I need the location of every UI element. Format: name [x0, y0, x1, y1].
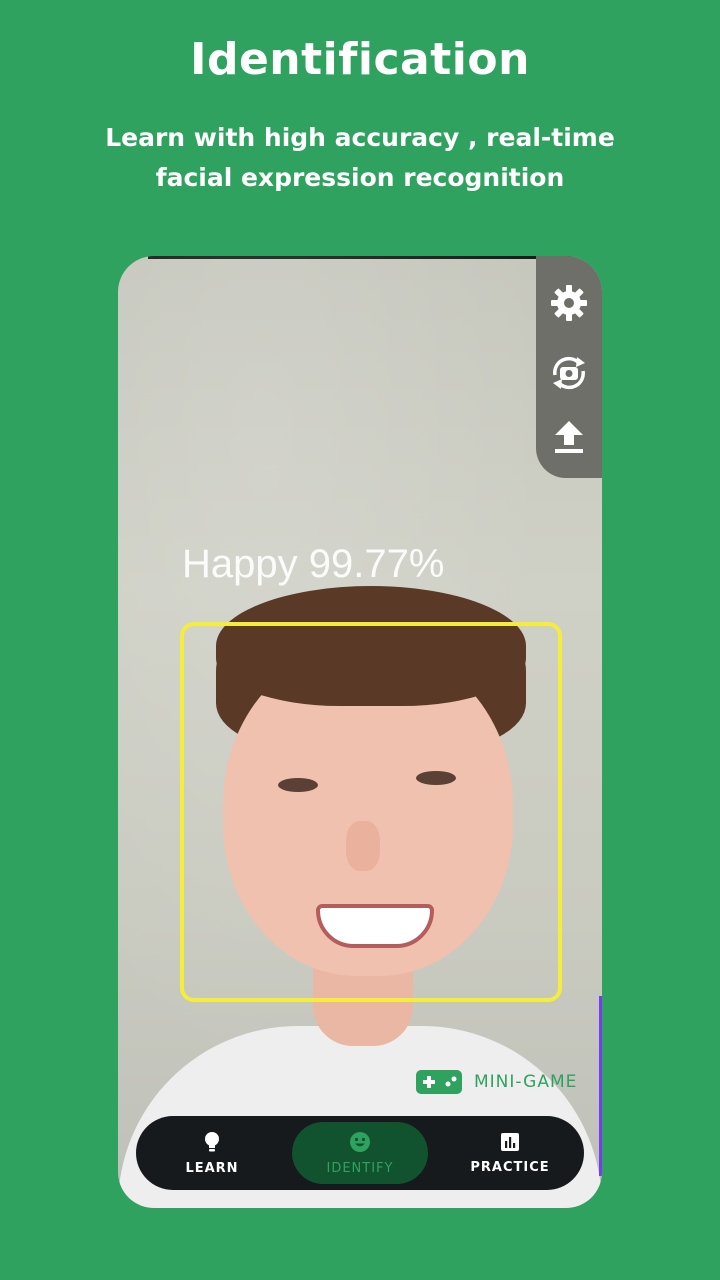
bottom-navigation: LEARN IDENTIFY PRACTICE	[136, 1116, 584, 1190]
nav-label-learn: LEARN	[185, 1160, 239, 1176]
nav-label-identify: IDENTIFY	[326, 1160, 394, 1176]
flip-camera-button[interactable]	[544, 348, 594, 398]
camera-flip-icon	[553, 356, 585, 390]
page-subtitle: Learn with high accuracy , real-time fac…	[105, 123, 615, 192]
gamepad-icon	[416, 1070, 462, 1094]
upload-button[interactable]	[544, 412, 594, 462]
camera-action-bar	[536, 256, 602, 478]
page-title: Identification	[190, 34, 530, 85]
smiley-icon	[350, 1131, 370, 1152]
nav-item-identify[interactable]: IDENTIFY	[292, 1122, 428, 1184]
nav-label-practice: PRACTICE	[470, 1159, 550, 1175]
phone-screen: Happy 99.77% MINI-GAME LEARN IDENTIFY PR…	[118, 256, 602, 1208]
upload-icon	[555, 421, 583, 453]
settings-button[interactable]	[544, 278, 594, 328]
nav-item-practice[interactable]: PRACTICE	[456, 1122, 564, 1184]
nav-item-learn[interactable]: LEARN	[164, 1122, 260, 1184]
bar-chart-icon	[501, 1132, 519, 1151]
edge-accent	[599, 996, 602, 1176]
gear-icon	[551, 285, 587, 321]
face-detection-box	[180, 622, 562, 1002]
mini-game-button[interactable]: MINI-GAME	[416, 1068, 577, 1096]
lightbulb-icon	[205, 1131, 219, 1151]
emotion-label: Happy 99.77%	[182, 542, 445, 586]
mini-game-label: MINI-GAME	[474, 1072, 578, 1092]
